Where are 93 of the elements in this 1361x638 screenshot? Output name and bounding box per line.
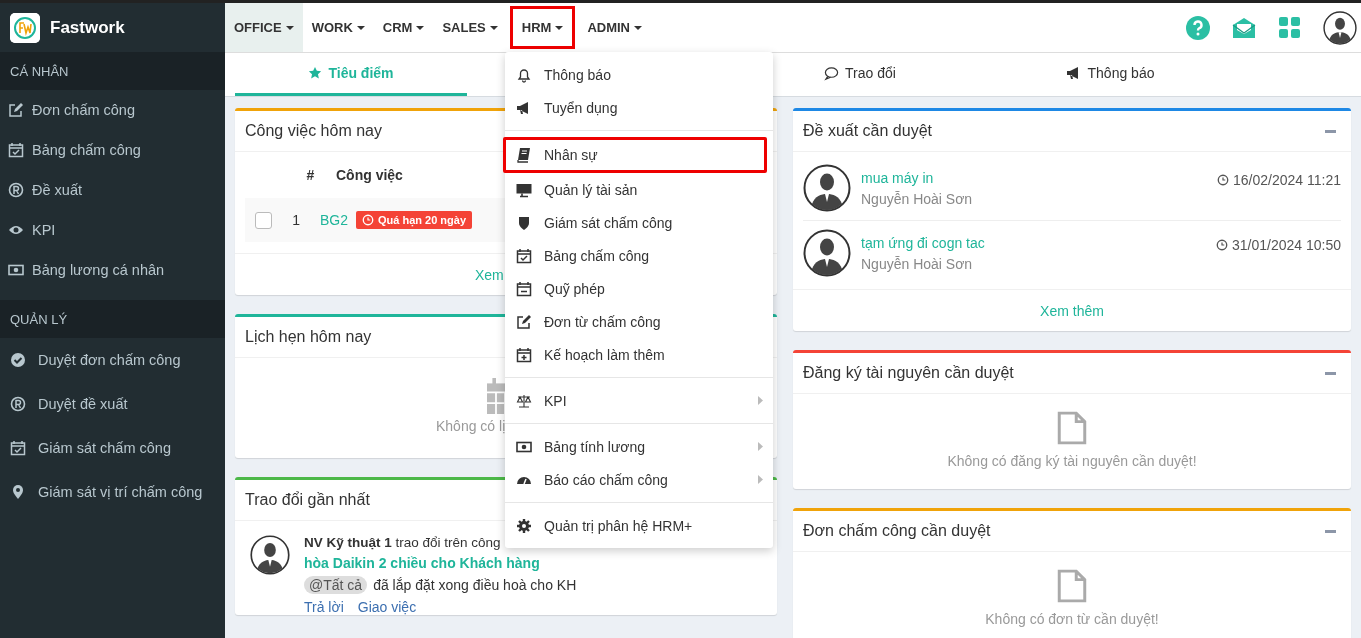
- check-circle-icon: [10, 352, 26, 368]
- sidebar-section-title: QUẢN LÝ: [0, 300, 225, 338]
- collapse-button[interactable]: [1325, 371, 1336, 375]
- location-pin-icon: [10, 484, 26, 500]
- card-title: Lịch hẹn hôm nay: [245, 328, 372, 346]
- proposal-author: Nguyễn Hoài Sơn: [861, 190, 974, 207]
- collapse-button[interactable]: [1325, 129, 1336, 133]
- checkbox[interactable]: [255, 211, 272, 229]
- avatar: [803, 229, 851, 277]
- calendar-check-icon: [516, 247, 532, 264]
- menu-item[interactable]: Bảng chấm công: [505, 239, 773, 272]
- empty-message: Không có đơn từ cần duyệt!: [985, 611, 1159, 627]
- card-title: Công việc hôm nay: [245, 122, 382, 140]
- action-link[interactable]: Giao việc: [357, 599, 417, 615]
- calendar-check-icon: [8, 142, 24, 158]
- nav-menu[interactable]: WORK: [302, 3, 374, 52]
- calendar-plus-icon: [516, 346, 532, 363]
- menu-item[interactable]: Bảng tính lương: [505, 430, 773, 463]
- menu-item[interactable]: Quản lý tài sản: [505, 173, 773, 206]
- sidebar-item[interactable]: Bảng chấm công: [0, 130, 225, 170]
- card-title: Đơn chấm công cần duyệt: [803, 522, 991, 540]
- sidebar-item[interactable]: Duyệt đơn chấm công: [0, 338, 225, 382]
- bell-icon: [516, 66, 532, 83]
- scale-icon: [516, 392, 532, 409]
- registered-icon: [10, 396, 26, 412]
- sidebar-item[interactable]: Giám sát vị trí chấm công: [0, 470, 225, 514]
- menu-item[interactable]: Quỹ phép: [505, 272, 773, 305]
- post-header: NV Kỹ thuật 1 trao đổi trên công: [304, 535, 501, 550]
- proposal-time: 16/02/2024 11:21: [1217, 164, 1341, 188]
- book-icon: [516, 147, 532, 163]
- monitor-icon: [516, 181, 532, 198]
- shield-icon: [516, 214, 532, 231]
- clock-icon: [1216, 239, 1228, 251]
- avatar: [1323, 10, 1357, 45]
- caret-icon: [416, 25, 425, 30]
- sidebar-item[interactable]: Đơn chấm công: [0, 90, 225, 130]
- nav-menu[interactable]: ADMIN: [578, 3, 651, 52]
- clock-icon: [1217, 174, 1230, 186]
- money-icon: [8, 262, 24, 278]
- caret-icon: [634, 25, 642, 30]
- proposal-author: Nguyễn Hoài Sơn: [861, 255, 974, 272]
- menu-item[interactable]: Đơn từ chấm công: [505, 305, 773, 338]
- overdue-badge: Quá hạn 20 ngày: [356, 211, 473, 229]
- menu-item[interactable]: Báo cáo chấm công: [505, 463, 773, 496]
- menu-item[interactable]: Giám sát chấm công: [505, 206, 773, 239]
- settings-icon: [516, 517, 532, 534]
- calendar-check-icon: [10, 440, 26, 456]
- menu-item[interactable]: Quản trị phân hệ HRM+: [505, 509, 773, 542]
- menu-item[interactable]: KPI: [505, 384, 773, 417]
- avatar: [803, 164, 851, 212]
- sidebar-item[interactable]: Đề xuất: [0, 170, 225, 210]
- card-title: Trao đổi gần nhất: [245, 491, 370, 509]
- card-title: Đăng ký tài nguyên cần duyệt: [803, 364, 1014, 382]
- post-message: đã lắp đặt xong điều hoà cho KH: [373, 577, 577, 593]
- empty-message: Không có lị: [436, 418, 506, 434]
- empty-message: Không có đăng ký tài nguyên cần duyệt!: [947, 453, 1197, 469]
- tab[interactable]: Thông báo: [985, 53, 1235, 96]
- edit-icon: [516, 313, 532, 330]
- logo-icon: [10, 12, 40, 43]
- calendar-minus-icon: [516, 280, 532, 297]
- column-header: #: [305, 167, 316, 183]
- sidebar-item[interactable]: KPI: [0, 210, 225, 250]
- card-title: Đề xuất cần duyệt: [803, 122, 932, 140]
- registered-icon: [8, 182, 24, 198]
- edit-icon: [8, 102, 24, 118]
- speech-bubble-icon: [824, 65, 840, 81]
- envelope-icon: [1232, 15, 1256, 40]
- nav-menu[interactable]: HRM: [506, 3, 579, 52]
- sidebar-section-title: CÁ NHÂN: [0, 52, 225, 90]
- menu-item[interactable]: Kế hoạch làm thêm: [505, 338, 773, 371]
- star-icon: [308, 66, 323, 80]
- sidebar-item[interactable]: Giám sát chấm công: [0, 426, 225, 470]
- clock-icon: [362, 214, 374, 226]
- proposal-time: 31/01/2024 10:50: [1216, 229, 1341, 253]
- column-header: Công việc: [335, 167, 403, 183]
- menu-item[interactable]: Nhân sự: [503, 137, 767, 173]
- help-icon: [1186, 15, 1210, 40]
- nav-menu[interactable]: SALES: [433, 3, 507, 52]
- avatar: [250, 535, 290, 575]
- row-number: 1: [291, 212, 301, 228]
- caret-icon: [285, 25, 294, 30]
- action-link[interactable]: Trả lời: [304, 599, 344, 615]
- sidebar-item[interactable]: Duyệt đề xuất: [0, 382, 225, 426]
- mention-tag: @Tất cả: [304, 576, 368, 594]
- sidebar-item[interactable]: Bảng lương cá nhân: [0, 250, 225, 290]
- caret-icon: [356, 25, 365, 30]
- nav-menu[interactable]: CRM: [373, 3, 434, 52]
- nav-menu[interactable]: OFFICE: [225, 3, 303, 52]
- app-name: Fastwork: [50, 17, 125, 38]
- caret-icon: [489, 25, 498, 30]
- collapse-button[interactable]: [1325, 529, 1336, 533]
- apps-grid-icon: [1278, 16, 1301, 39]
- caret-icon: [555, 25, 564, 30]
